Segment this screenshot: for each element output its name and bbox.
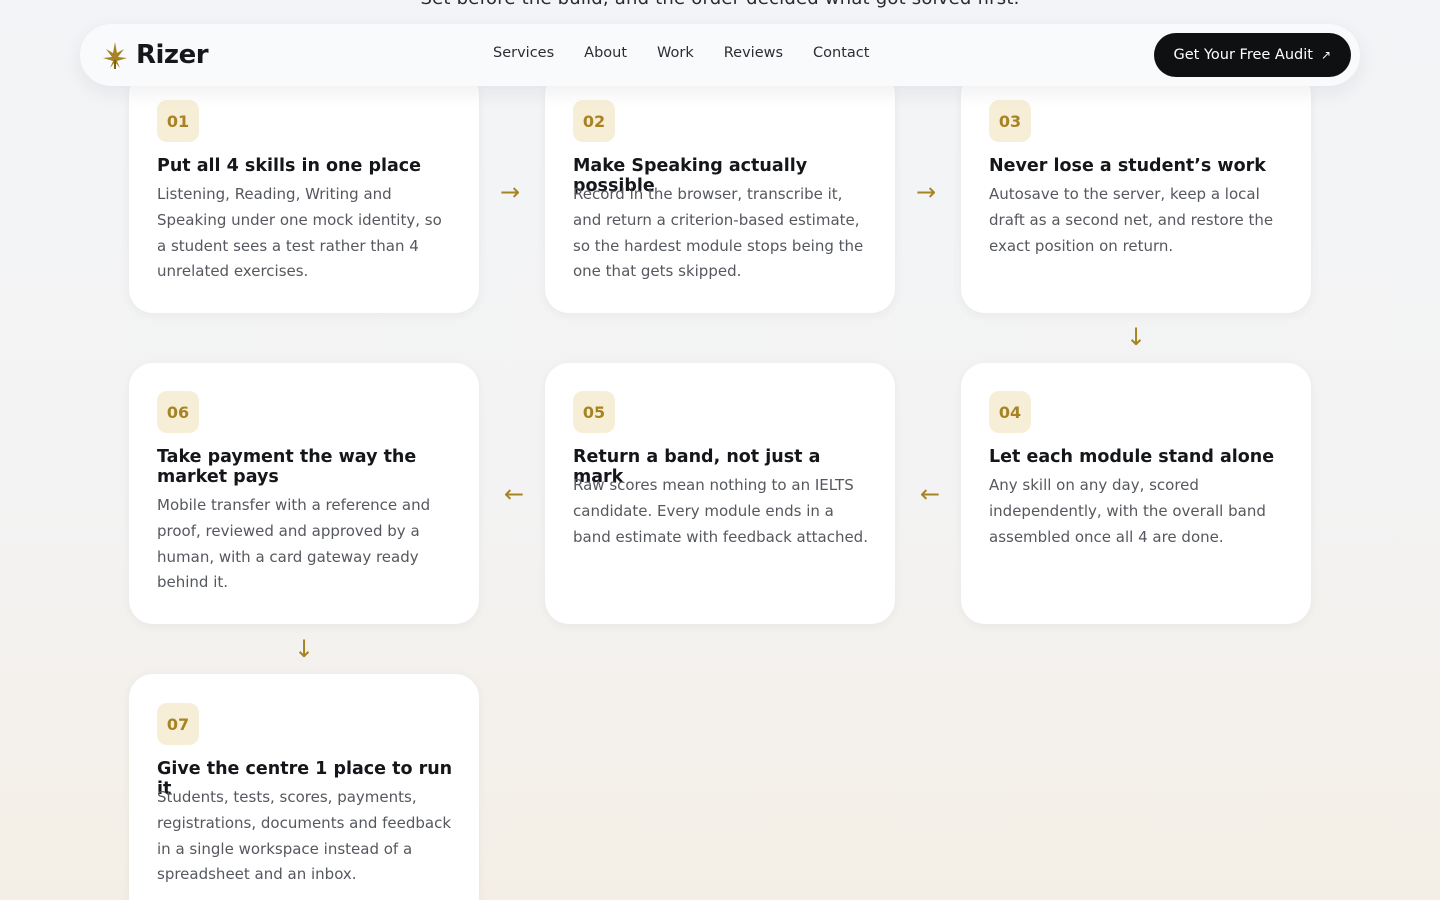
free-audit-button[interactable]: Get Your Free Audit ↗: [1153, 33, 1351, 77]
arrow-right-icon: →: [915, 178, 937, 206]
leaf-logo-icon: [103, 42, 127, 69]
nav-link-services[interactable]: Services: [493, 45, 554, 61]
arrow-right-icon: →: [499, 178, 521, 206]
step-number-badge: 04: [989, 391, 1031, 433]
nav-links: Services About Work Reviews Contact: [493, 45, 869, 61]
step-title: Let each module stand alone: [989, 447, 1275, 467]
step-description: Any skill on any day, scored independent…: [989, 476, 1266, 546]
step-number-badge: 01: [157, 100, 199, 142]
free-audit-label: Get Your Free Audit: [1173, 47, 1313, 63]
step-description: Listening, Reading, Writing and Speaking…: [157, 185, 442, 281]
step-number-badge: 07: [157, 703, 199, 745]
step-number-badge: 02: [573, 100, 615, 142]
brand-logo[interactable]: Rizer: [102, 40, 209, 70]
step-card-02: 02 Make Speaking actually possible Recor…: [545, 70, 895, 313]
step-card-05: 05 Return a band, not just a mark Raw sc…: [545, 363, 895, 624]
step-card-07: 07 Give the centre 1 place to run it Stu…: [129, 674, 479, 900]
arrow-down-icon: ↓: [1125, 323, 1147, 351]
step-title: Never lose a student’s work: [989, 156, 1266, 176]
navbar: Rizer Services About Work Reviews Contac…: [80, 24, 1360, 86]
step-card-03: 03 Never lose a student’s work Autosave …: [961, 70, 1311, 313]
nav-link-reviews[interactable]: Reviews: [724, 45, 783, 61]
step-number-badge: 06: [157, 391, 199, 433]
step-title: Take payment the way the market pays: [157, 447, 417, 487]
arrow-up-right-icon: ↗: [1320, 48, 1331, 62]
nav-link-contact[interactable]: Contact: [813, 45, 869, 61]
step-card-01: 01 Put all 4 skills in one place Listeni…: [129, 70, 479, 313]
nav-link-work[interactable]: Work: [657, 45, 694, 61]
step-number-badge: 03: [989, 100, 1031, 142]
step-description: Students, tests, scores, payments, regis…: [157, 788, 452, 884]
step-card-06: 06 Take payment the way the market pays …: [129, 363, 479, 624]
page: Set before the build, and the order deci…: [0, 0, 1440, 900]
arrow-left-icon: ←: [503, 480, 525, 508]
section-subtitle: Set before the build, and the order deci…: [0, 0, 1440, 9]
brand-name: Rizer: [136, 40, 209, 70]
nav-link-about[interactable]: About: [584, 45, 627, 61]
arrow-left-icon: ←: [919, 480, 941, 508]
step-description: Mobile transfer with a reference and pro…: [157, 496, 431, 592]
step-title: Put all 4 skills in one place: [157, 156, 422, 176]
step-number-badge: 05: [573, 391, 615, 433]
arrow-down-icon: ↓: [293, 635, 315, 663]
step-description: Record in the browser, transcribe it, an…: [573, 185, 864, 281]
step-description: Raw scores mean nothing to an IELTS cand…: [573, 476, 868, 546]
step-description: Autosave to the server, keep a local dra…: [989, 185, 1274, 255]
step-card-04: 04 Let each module stand alone Any skill…: [961, 363, 1311, 624]
